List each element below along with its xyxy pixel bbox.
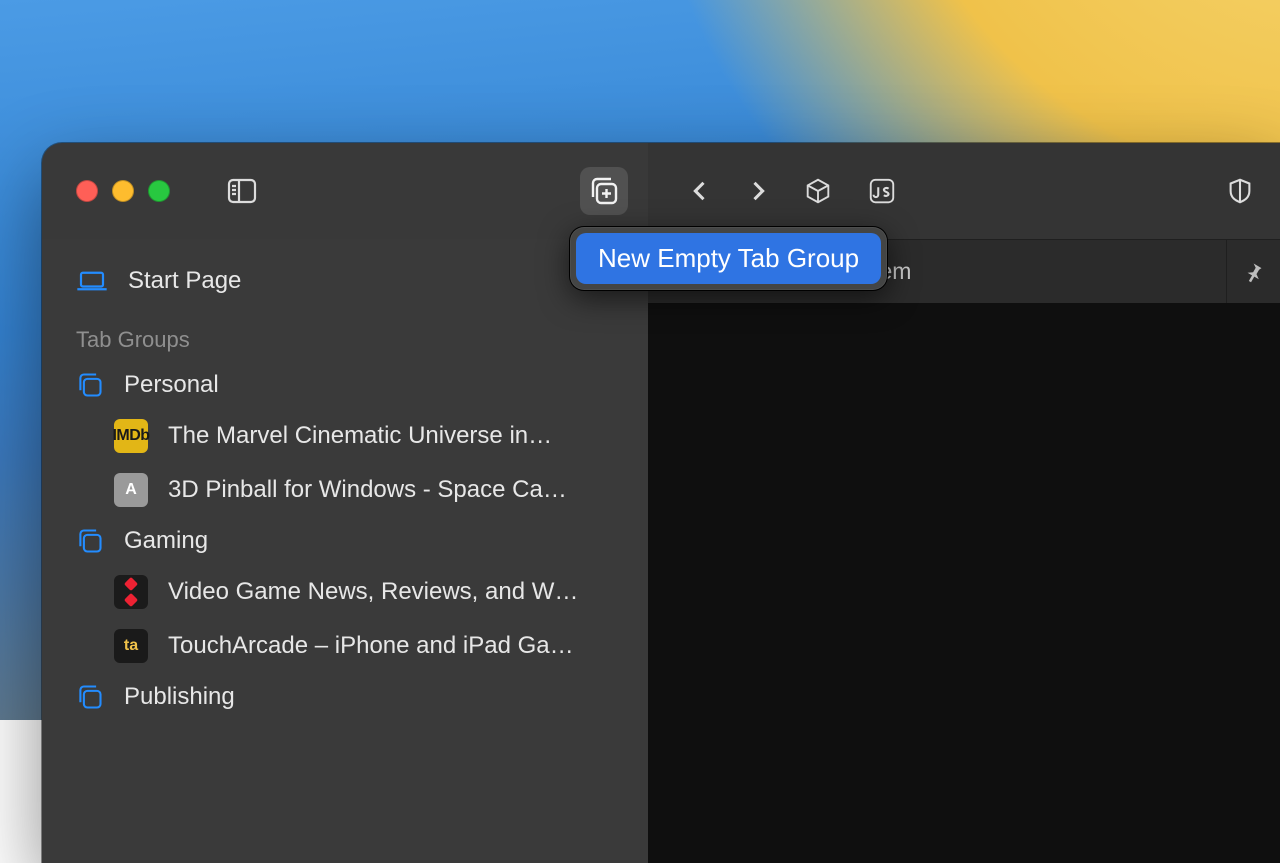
js-icon (867, 176, 897, 206)
new-tab-group-button[interactable] (580, 167, 628, 215)
forward-button[interactable] (740, 167, 776, 215)
pin-tab-button[interactable] (1226, 240, 1280, 303)
tab-group-gaming[interactable]: Gaming (70, 517, 630, 565)
tab-item[interactable]: ta TouchArcade – iPhone and iPad Ga… (70, 619, 630, 673)
tab-group-icon (76, 683, 104, 711)
favicon-generic: A (114, 473, 148, 507)
tab-title: The Marvel Cinematic Universe in… (168, 422, 552, 450)
javascript-console-button[interactable] (860, 167, 904, 215)
sidebar-start-page[interactable]: Start Page (70, 257, 630, 305)
sidebar-section-tab-groups: Tab Groups (70, 305, 630, 361)
tab-title: 3D Pinball for Windows - Space Ca… (168, 476, 567, 504)
chevron-left-icon (686, 177, 714, 205)
menu-item-new-empty-tab-group[interactable]: New Empty Tab Group (576, 233, 881, 284)
sidebar-icon (226, 175, 258, 207)
chevron-right-icon (744, 177, 772, 205)
tab-group-publishing[interactable]: Publishing (70, 673, 630, 721)
sidebar-start-page-label: Start Page (128, 267, 241, 295)
toggle-sidebar-button[interactable] (218, 167, 266, 215)
shield-icon (1225, 176, 1255, 206)
tab-item[interactable]: Video Game News, Reviews, and W… (70, 565, 630, 619)
favicon-toucharcade: ta (114, 629, 148, 663)
tab-title: Video Game News, Reviews, and W… (168, 578, 578, 606)
privacy-report-button[interactable] (1220, 167, 1260, 215)
tab-group-plus-icon (588, 175, 620, 207)
tab-item[interactable]: A 3D Pinball for Windows - Space Ca… (70, 463, 630, 517)
tab-title: TouchArcade – iPhone and iPad Ga… (168, 632, 574, 660)
laptop-icon (76, 270, 108, 292)
tab-group-personal[interactable]: Personal (70, 361, 630, 409)
window-controls (76, 180, 170, 202)
ar-quicklook-button[interactable] (798, 167, 838, 215)
tab-group-label: Gaming (124, 527, 208, 555)
minimize-window-button[interactable] (112, 180, 134, 202)
tab-group-icon (76, 527, 104, 555)
tab-group-label: Personal (124, 371, 219, 399)
new-tab-group-menu: New Empty Tab Group (570, 227, 887, 290)
favicon-imdb: IMDb (114, 419, 148, 453)
back-button[interactable] (682, 167, 718, 215)
pin-icon (1243, 261, 1265, 283)
tab-group-label: Publishing (124, 683, 235, 711)
cube-icon (803, 176, 833, 206)
toolbar-right (648, 143, 1280, 239)
fullscreen-window-button[interactable] (148, 180, 170, 202)
content-area: sider Publishing System (648, 239, 1280, 863)
tab-item[interactable]: IMDb The Marvel Cinematic Universe in… (70, 409, 630, 463)
favicon-ign (114, 575, 148, 609)
close-window-button[interactable] (76, 180, 98, 202)
toolbar-left (42, 143, 648, 239)
tab-group-icon (76, 371, 104, 399)
sidebar: Start Page Tab Groups Personal IMDb The … (42, 239, 648, 863)
